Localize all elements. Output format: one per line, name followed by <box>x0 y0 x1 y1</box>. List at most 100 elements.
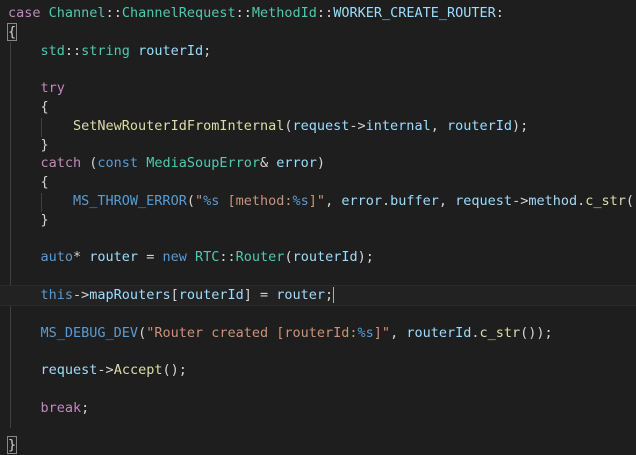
code-token: & <box>260 155 277 172</box>
code-line[interactable]: case Channel::ChannelRequest::MethodId::… <box>8 4 636 23</box>
code-token: :: <box>316 5 334 21</box>
code-token: , <box>390 324 407 341</box>
code-token: , <box>430 117 447 134</box>
code-token: const <box>97 155 139 172</box>
code-token: string <box>81 42 130 59</box>
code-token: router <box>276 286 326 303</box>
code-line[interactable]: { <box>8 98 636 117</box>
code-token: * <box>73 249 90 266</box>
code-token: ) <box>316 155 326 172</box>
code-token: internal <box>365 117 431 134</box>
code-token: ] = <box>243 286 277 303</box>
code-line[interactable]: catch (const MediaSoupError& error) <box>8 154 636 173</box>
code-token: ]" <box>308 192 326 209</box>
code-line[interactable]: MS_THROW_ERROR("%s [method:%s]", error.b… <box>8 192 636 211</box>
code-token: ; <box>203 42 212 59</box>
code-token: std <box>40 42 65 59</box>
code-token: request <box>292 117 350 134</box>
code-line[interactable] <box>8 267 636 286</box>
code-token: -> <box>512 192 529 209</box>
code-token: ; <box>81 399 90 416</box>
code-token: :: <box>235 5 252 21</box>
code-line[interactable] <box>8 380 636 399</box>
code-line[interactable]: SetNewRouterIdFromInternal(request->inte… <box>8 117 636 136</box>
code-token: -> <box>97 362 114 379</box>
code-token: method <box>528 192 578 209</box>
code-token: WORKER_CREATE_ROUTER <box>333 5 496 21</box>
code-token: break <box>40 399 82 416</box>
code-token: case <box>8 5 41 21</box>
code-token: ; <box>325 286 334 303</box>
text-cursor <box>333 286 335 303</box>
code-token: catch <box>40 155 82 172</box>
code-line[interactable]: { <box>6 22 636 42</box>
code-token: routerId <box>406 324 472 341</box>
code-token: ); <box>357 249 374 266</box>
code-line[interactable] <box>8 305 636 324</box>
code-token: MediaSoupError <box>146 155 260 172</box>
code-line[interactable] <box>8 230 636 249</box>
code-line[interactable]: MS_DEBUG_DEV("Router created [routerId:%… <box>8 324 636 343</box>
code-line[interactable]: } <box>6 436 636 455</box>
code-token: ChannelRequest <box>121 5 236 21</box>
code-token: Router <box>235 249 285 266</box>
code-token: ( <box>138 324 147 341</box>
code-token: MethodId <box>251 5 317 21</box>
code-line[interactable] <box>8 342 636 361</box>
code-token: %s <box>203 192 220 209</box>
code-token: mapRouters <box>89 286 171 303</box>
code-line[interactable]: std::string routerId; <box>8 42 636 61</box>
code-line[interactable]: auto* router = new RTC::Router(routerId)… <box>8 248 636 267</box>
code-token: . <box>381 192 391 209</box>
code-token: "Router created [routerId: <box>146 324 358 341</box>
code-token: SetNewRouterIdFromInternal <box>73 117 285 134</box>
code-token: MS_THROW_ERROR <box>73 192 187 209</box>
code-token: ()); <box>520 324 553 341</box>
code-token: " <box>194 192 204 209</box>
code-token: . <box>471 324 480 341</box>
code-line[interactable]: { <box>8 173 636 192</box>
code-line[interactable] <box>8 418 636 437</box>
code-line[interactable]: } <box>8 136 636 155</box>
code-token: [method: <box>219 192 293 209</box>
code-token: c_str <box>479 324 521 341</box>
code-editor[interactable]: case Channel::ChannelRequest::MethodId::… <box>0 0 636 455</box>
code-line[interactable]: this->mapRouters[routerId] = router; <box>0 284 636 306</box>
code-token: this <box>40 286 74 303</box>
code-token: :: <box>64 42 82 59</box>
code-token: [ <box>170 286 179 303</box>
code-token: request <box>40 362 98 379</box>
code-lines[interactable]: case Channel::ChannelRequest::MethodId::… <box>0 4 636 455</box>
code-token: %s <box>292 192 309 209</box>
code-token: , <box>325 192 342 209</box>
code-token: Accept <box>113 362 163 379</box>
code-line[interactable]: break; <box>8 399 636 418</box>
code-token: new <box>162 249 187 266</box>
code-token: %s <box>357 324 374 341</box>
code-token: :: <box>219 249 236 266</box>
code-token: error <box>276 155 317 172</box>
code-line[interactable] <box>8 60 636 79</box>
code-token: ( <box>186 192 195 209</box>
code-token: } <box>6 436 18 455</box>
code-token: request <box>455 192 513 209</box>
code-line[interactable]: request->Accept(); <box>8 361 636 380</box>
code-line[interactable]: } <box>8 211 636 230</box>
code-token: try <box>40 80 65 97</box>
code-token: ( <box>81 155 98 172</box>
code-token: c_str <box>585 192 626 209</box>
code-line[interactable]: try <box>8 79 636 98</box>
code-token: MS_DEBUG_DEV <box>40 324 139 341</box>
